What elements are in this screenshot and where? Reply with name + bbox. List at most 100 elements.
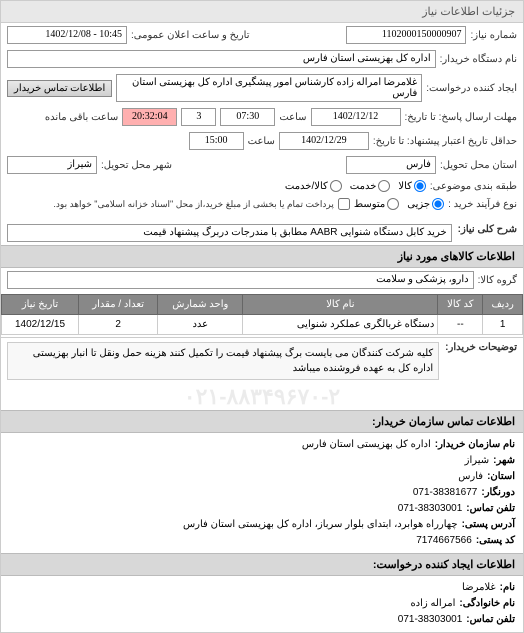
purchase-radio-group: جزیی متوسط	[354, 198, 444, 210]
contact-province-value: فارس	[458, 469, 483, 485]
validity-date-field: 1402/12/29	[279, 132, 369, 150]
treasury-checkbox[interactable]	[338, 198, 350, 210]
need-number-label: شماره نیاز:	[470, 30, 517, 41]
req-family-value: امراله زاده	[410, 596, 455, 612]
col-date: تاریخ نیاز	[2, 295, 79, 315]
col-name: نام کالا	[243, 295, 438, 315]
row-main-desc: شرح کلی نیاز: خرید کابل دستگاه شنوایی AA…	[1, 221, 523, 245]
items-table: ردیف کد کالا نام کالا واحد شمارش تعداد /…	[1, 294, 523, 335]
row-category: طبقه بندی موضوعی: کالا خدمت کالا/خدمت	[1, 177, 523, 195]
row-buyer-org: نام دستگاه خریدار: اداره کل بهزیستی استا…	[1, 47, 523, 71]
requester-field: غلامرضا امراله زاده کارشناس امور پیشگیری…	[116, 74, 422, 102]
validity-label: حداقل تاریخ اعتبار پیشنهاد: تا تاریخ:	[373, 136, 517, 147]
requester-label: ایجاد کننده درخواست:	[426, 83, 517, 94]
radio-minor-input[interactable]	[432, 198, 444, 210]
validity-time-field: 15:00	[189, 132, 244, 150]
requester-contact-header: اطلاعات ایجاد کننده درخواست:	[1, 553, 523, 576]
main-desc-label: شرح کلی نیاز:	[458, 224, 517, 235]
window-header: جزئیات اطلاعات نیاز	[1, 1, 523, 23]
cell-date: 1402/12/15	[2, 315, 79, 335]
req-phone-value: 071-38303001	[398, 612, 463, 628]
watermark-text: ۰۲۱-۸۸۳۴۹۶۷۰-۲	[184, 384, 340, 410]
province-label: استان محل تحویل:	[440, 160, 517, 171]
watermark-area: ۰۲۱-۸۸۳۴۹۶۷۰-۲	[1, 384, 523, 410]
main-desc-field: خرید کابل دستگاه شنوایی AABR مطابق با من…	[7, 224, 452, 242]
city-field: شیراز	[7, 156, 97, 174]
row-location: استان محل تحویل: فارس شهر محل تحویل: شیر…	[1, 153, 523, 177]
phone-value: 071-38303001	[398, 501, 463, 517]
row-need-number: شماره نیاز: 1102000150000907 تاریخ و ساع…	[1, 23, 523, 47]
buyer-org-label: نام دستگاه خریدار:	[440, 54, 517, 65]
city-label: شهر محل تحویل:	[101, 160, 172, 171]
org-name-label: نام سازمان خریدار:	[435, 437, 515, 453]
public-date-label: تاریخ و ساعت اعلان عمومی:	[131, 30, 250, 41]
postal-label: کد پستی:	[476, 533, 515, 549]
radio-both-label: کالا/خدمت	[285, 181, 328, 192]
validity-time-label: ساعت	[248, 136, 275, 147]
row-purchase-type: نوع فرآیند خرید : جزیی متوسط پرداخت تمام…	[1, 195, 523, 213]
contact-section: نام سازمان خریدار: اداره کل بهزیستی استا…	[1, 433, 523, 553]
deadline-label: مهلت ارسال پاسخ: تا تاریخ:	[405, 112, 517, 123]
radio-minor[interactable]: جزیی	[407, 198, 444, 210]
radio-goods[interactable]: کالا	[398, 180, 426, 192]
col-row: ردیف	[483, 295, 523, 315]
cell-qty: 2	[79, 315, 158, 335]
deadline-time-field: 07:30	[220, 108, 275, 126]
col-unit: واحد شمارش	[158, 295, 243, 315]
contact-province-label: استان:	[487, 469, 515, 485]
fax-value: 071-38381677	[413, 485, 478, 501]
window-title: جزئیات اطلاعات نیاز	[422, 6, 515, 18]
category-label: طبقه بندی موضوعی:	[430, 181, 517, 192]
group-label: گروه کالا:	[478, 275, 517, 286]
payment-note: پرداخت تمام یا بخشی از مبلغ خرید،از محل …	[53, 199, 333, 210]
org-name-value: اداره کل بهزیستی استان فارس	[302, 437, 431, 453]
notes-label: توضیحات خریدار:	[445, 342, 517, 380]
countdown-field: 20:32:04	[122, 108, 177, 126]
address-label: آدرس پستی:	[462, 517, 515, 533]
cell-code: --	[438, 315, 483, 335]
notes-text: کلیه شرکت کنندگان می بایست برگ پیشنهاد ق…	[7, 342, 439, 380]
radio-both[interactable]: کالا/خدمت	[285, 180, 342, 192]
contact-section-header: اطلاعات تماس سازمان خریدار:	[1, 410, 523, 433]
radio-both-input[interactable]	[330, 180, 342, 192]
main-container: جزئیات اطلاعات نیاز شماره نیاز: 11020001…	[0, 0, 524, 633]
req-family-label: نام خانوادگی:	[459, 596, 515, 612]
row-deadline: مهلت ارسال پاسخ: تا تاریخ: 1402/12/12 سا…	[1, 105, 523, 129]
radio-service-input[interactable]	[378, 180, 390, 192]
table-row[interactable]: 1 -- دستگاه غربالگری عملکرد شنوایی عدد 2…	[2, 315, 523, 335]
phone-label: تلفن تماس:	[466, 501, 515, 517]
radio-medium[interactable]: متوسط	[354, 198, 399, 210]
extension-count-field: 3	[181, 108, 216, 126]
purchase-type-label: نوع فرآیند خرید :	[448, 199, 517, 210]
province-field: فارس	[346, 156, 436, 174]
need-number-field: 1102000150000907	[346, 26, 466, 44]
items-section-header: اطلاعات کالاهای مورد نیاز	[1, 245, 523, 268]
row-group: گروه کالا: دارو، پزشکی و سلامت	[1, 268, 523, 292]
cell-row: 1	[483, 315, 523, 335]
buyer-org-field: اداره کل بهزیستی استان فارس	[7, 50, 436, 68]
req-name-label: نام:	[500, 580, 515, 596]
countdown-label: ساعت باقی مانده	[45, 112, 118, 123]
radio-goods-input[interactable]	[414, 180, 426, 192]
cell-unit: عدد	[158, 315, 243, 335]
postal-value: 7174667566	[416, 533, 472, 549]
contact-city-label: شهر:	[493, 453, 515, 469]
col-qty: تعداد / مقدار	[79, 295, 158, 315]
row-validity: حداقل تاریخ اعتبار پیشنهاد: تا تاریخ: 14…	[1, 129, 523, 153]
contact-buyer-button[interactable]: اطلاعات تماس خریدار	[7, 80, 112, 97]
deadline-date-field: 1402/12/12	[311, 108, 401, 126]
req-phone-label: تلفن تماس:	[466, 612, 515, 628]
public-date-field: 10:45 - 1402/12/08	[7, 26, 127, 44]
radio-service[interactable]: خدمت	[350, 180, 391, 192]
deadline-time-label: ساعت	[279, 112, 306, 123]
group-field: دارو، پزشکی و سلامت	[7, 271, 474, 289]
radio-minor-label: جزیی	[407, 199, 430, 210]
radio-service-label: خدمت	[350, 181, 377, 192]
category-radio-group: کالا خدمت کالا/خدمت	[285, 180, 426, 192]
radio-medium-label: متوسط	[354, 199, 385, 210]
radio-medium-input[interactable]	[387, 198, 399, 210]
address-value: چهارراه هوابرد، ابتدای بلوار سرباز، ادار…	[183, 517, 458, 533]
radio-goods-label: کالا	[398, 181, 412, 192]
cell-name: دستگاه غربالگری عملکرد شنوایی	[243, 315, 438, 335]
row-requester: ایجاد کننده درخواست: غلامرضا امراله زاده…	[1, 71, 523, 105]
